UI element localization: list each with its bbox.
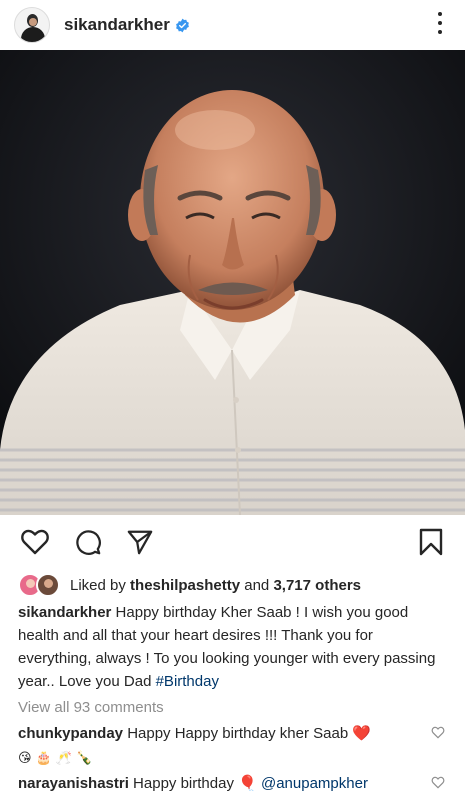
comment-like-heart-icon[interactable] [431, 726, 445, 739]
likes-count[interactable]: 3,717 others [273, 577, 361, 594]
comment: narayanishastri Happy birthday 🎈 @anupam… [18, 773, 418, 795]
cheers-emoji: 🥂 [55, 750, 72, 765]
comment-like-heart-icon[interactable] [431, 776, 445, 789]
likes-row[interactable]: Liked by theshilpashetty and 3,717 other… [18, 572, 361, 598]
comment-text: Happy Happy birthday kher Saab [123, 725, 353, 742]
action-bar [0, 527, 465, 561]
hashtag-link[interactable]: #Birthday [156, 673, 219, 690]
comment-username[interactable]: chunkypanday [18, 725, 123, 742]
mention-link[interactable]: @anupampkher [261, 775, 368, 792]
verified-badge-icon [175, 18, 189, 32]
comment-text: Happy birthday [128, 775, 239, 792]
post-photo[interactable] [0, 50, 465, 515]
comment-emoji-row: 😘 🎂 🥂 🍾 [18, 747, 92, 769]
portrait-photo [0, 50, 465, 515]
bookmark-icon[interactable] [418, 527, 444, 557]
heart-outline-icon[interactable] [20, 527, 50, 557]
red-heart-emoji: ❤️ [352, 725, 372, 742]
post-username[interactable]: sikandarkher [64, 15, 170, 35]
liker-username[interactable]: theshilpashetty [130, 577, 240, 594]
liker-avatars [18, 573, 64, 597]
caption-username[interactable]: sikandarkher [18, 604, 111, 621]
likes-text: Liked by theshilpashetty and 3,717 other… [70, 576, 361, 594]
balloon-emoji: 🎈 [238, 775, 257, 792]
comment-bubble-icon[interactable] [74, 527, 102, 557]
cake-emoji: 🎂 [35, 750, 52, 765]
more-options-icon[interactable] [435, 9, 445, 37]
bottle-emoji: 🍾 [75, 750, 93, 765]
kiss-emoji: 😘 [18, 750, 32, 765]
view-all-comments-link[interactable]: View all 93 comments [18, 699, 164, 716]
avatar[interactable] [14, 7, 50, 43]
post-header: sikandarkher [0, 0, 465, 50]
comment: chunkypanday Happy Happy birthday kher S… [18, 723, 418, 745]
comment-username[interactable]: narayanishastri [18, 775, 129, 792]
avatar [36, 573, 60, 597]
post-caption: sikandarkher Happy birthday Kher Saab ! … [18, 601, 448, 693]
paper-plane-icon[interactable] [126, 527, 154, 557]
